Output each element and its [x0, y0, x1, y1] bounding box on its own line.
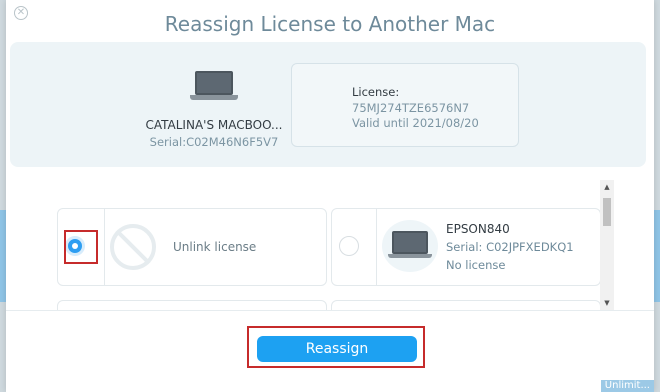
- device-name: EPSON840: [446, 222, 510, 236]
- laptop-icon: [190, 71, 238, 103]
- card-divider: [104, 209, 105, 285]
- card-divider: [376, 209, 377, 285]
- scroll-up-arrow-icon[interactable]: ▲: [600, 182, 614, 192]
- license-key: 75MJ274TZE6576N7: [352, 101, 470, 115]
- dialog-title: Reassign License to Another Mac: [164, 12, 496, 36]
- current-mac-name: CATALINA'S MACBOO...: [145, 118, 283, 132]
- current-mac-serial: Serial:C02M46N6F5V7: [149, 135, 279, 149]
- footer-divider: [6, 310, 654, 311]
- list-item[interactable]: [57, 300, 327, 310]
- laptop-icon: [388, 231, 432, 261]
- scroll-down-arrow-icon[interactable]: ▼: [600, 298, 614, 308]
- license-label: License:: [352, 85, 400, 99]
- background-right-edge: [654, 0, 660, 392]
- background-right-accent: [654, 210, 660, 302]
- device-icon-badge: [382, 220, 438, 272]
- device-radio-button[interactable]: [339, 236, 359, 256]
- unlink-license-label: Unlink license: [173, 240, 257, 254]
- unlink-icon: [110, 224, 156, 270]
- list-item[interactable]: [331, 300, 601, 310]
- list-scrollbar[interactable]: ▲ ▼: [600, 180, 614, 310]
- current-license-panel: CATALINA'S MACBOO... Serial:C02M46N6F5V7…: [10, 42, 646, 167]
- background-partial-text: Unlimit...: [600, 380, 654, 392]
- reassign-license-dialog: ✕ Reassign License to Another Mac CATALI…: [6, 0, 654, 392]
- radio-highlight-frame: [64, 230, 98, 264]
- license-info-box: License: 75MJ274TZE6576N7 Valid until 20…: [291, 63, 519, 147]
- device-license-status: No license: [446, 258, 506, 272]
- scroll-thumb[interactable]: [603, 198, 611, 226]
- device-serial: Serial: C02JPFXEDKQ1: [446, 240, 574, 254]
- button-highlight-frame: [247, 326, 425, 368]
- license-valid-until: Valid until 2021/08/20: [352, 116, 479, 130]
